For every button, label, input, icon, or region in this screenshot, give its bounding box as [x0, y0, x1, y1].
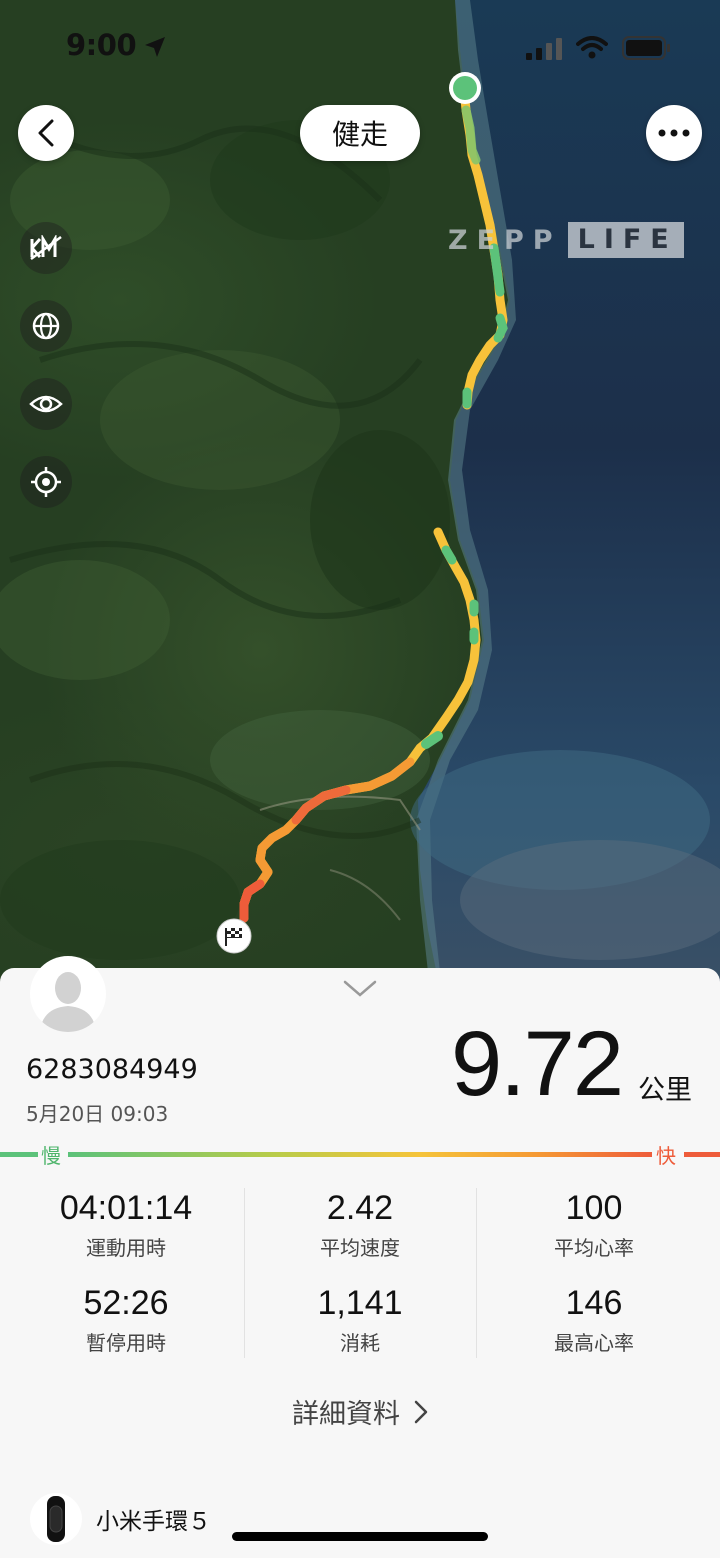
- km-markers-toggle-button[interactable]: [20, 222, 72, 274]
- chevron-down-icon[interactable]: [342, 978, 378, 998]
- speed-legend-left-line: [0, 1152, 38, 1157]
- stat-max-heart-rate: 146 最高心率: [474, 1281, 714, 1356]
- stat-value: 2.42: [326, 1189, 394, 1227]
- user-placeholder-icon: [40, 972, 96, 1032]
- locate-button[interactable]: [20, 456, 72, 508]
- globe-icon: [32, 312, 60, 340]
- wifi-icon: [576, 36, 608, 59]
- stat-label: 平均心率: [554, 1236, 634, 1260]
- fitness-band-icon: [47, 1496, 65, 1542]
- stat-value: 146: [565, 1284, 623, 1322]
- workout-date: 5月20日 09:03: [26, 1102, 169, 1126]
- stat-label: 消耗: [340, 1331, 380, 1355]
- more-dots-icon: [658, 129, 690, 137]
- zepp-life-watermark: ZEPP LIFE: [448, 222, 684, 258]
- stat-value: 1,141: [317, 1284, 403, 1322]
- stats-column-time: 04:01:14 運動用時 52:26 暫停用時: [6, 1186, 246, 1356]
- speed-legend-right-line: [684, 1152, 720, 1157]
- brand-life: LIFE: [567, 222, 684, 258]
- eye-icon: [29, 395, 63, 413]
- device-row[interactable]: 小米手環５: [30, 1491, 211, 1547]
- stats-grid: 04:01:14 運動用時 52:26 暫停用時 2.42 平均速度 1,141…: [0, 1186, 720, 1358]
- distance-value: 9.72: [450, 1013, 624, 1115]
- chevron-left-icon: [38, 119, 54, 147]
- stat-label: 運動用時: [86, 1236, 166, 1260]
- stat-pause-time: 52:26 暫停用時: [6, 1281, 246, 1356]
- stat-label: 最高心率: [554, 1331, 634, 1355]
- speed-slow-label: 慢: [41, 1144, 61, 1168]
- stat-value: 100: [565, 1189, 623, 1227]
- route-map[interactable]: 9:00 健走 ZEPP LIFE: [0, 0, 720, 990]
- details-link[interactable]: 詳細資料: [0, 1392, 720, 1431]
- summary-panel: 6283084949 5月20日 09:03 9.72 公里 慢 快 04:01…: [0, 956, 720, 1558]
- device-avatar: [30, 1493, 82, 1545]
- speed-gradient-bar: [68, 1152, 652, 1157]
- stat-calories: 1,141 消耗: [240, 1281, 480, 1356]
- location-arrow-icon: [145, 37, 165, 57]
- visibility-button[interactable]: [20, 378, 72, 430]
- more-options-button[interactable]: [646, 105, 702, 161]
- stats-column-speed: 2.42 平均速度 1,141 消耗: [240, 1186, 480, 1356]
- device-name: 小米手環５: [96, 1509, 211, 1535]
- status-time: 9:00: [66, 28, 137, 62]
- brand-zepp: ZEPP: [448, 224, 562, 256]
- back-button[interactable]: [18, 105, 74, 161]
- cellular-signal-icon: [526, 38, 562, 60]
- stat-avg-heart-rate: 100 平均心率: [474, 1186, 714, 1261]
- activity-mode-label[interactable]: 健走: [300, 105, 420, 161]
- finish-flag-icon: [216, 918, 252, 954]
- chevron-right-icon: [414, 1400, 428, 1423]
- speed-fast-label: 快: [656, 1144, 676, 1168]
- battery-icon: [622, 36, 670, 60]
- speed-legend: 慢 快: [0, 1140, 720, 1170]
- stats-column-heart: 100 平均心率 146 最高心率: [474, 1186, 714, 1356]
- map-layer-button[interactable]: [20, 300, 72, 352]
- stat-value: 52:26: [83, 1284, 169, 1322]
- stat-label: 平均速度: [320, 1236, 400, 1260]
- details-link-label: 詳細資料: [292, 1399, 400, 1430]
- km-toggle-icon: [30, 235, 62, 261]
- locate-icon: [31, 467, 61, 497]
- stat-label: 暫停用時: [86, 1331, 166, 1355]
- avatar[interactable]: [30, 956, 106, 1032]
- home-indicator[interactable]: [232, 1532, 488, 1541]
- distance-unit: 公里: [638, 1075, 692, 1106]
- status-bar: 9:00: [0, 28, 720, 68]
- stat-avg-speed: 2.42 平均速度: [240, 1186, 480, 1261]
- stat-workout-time: 04:01:14 運動用時: [6, 1186, 246, 1261]
- stat-value: 04:01:14: [59, 1189, 193, 1227]
- user-id: 6283084949: [26, 1054, 198, 1085]
